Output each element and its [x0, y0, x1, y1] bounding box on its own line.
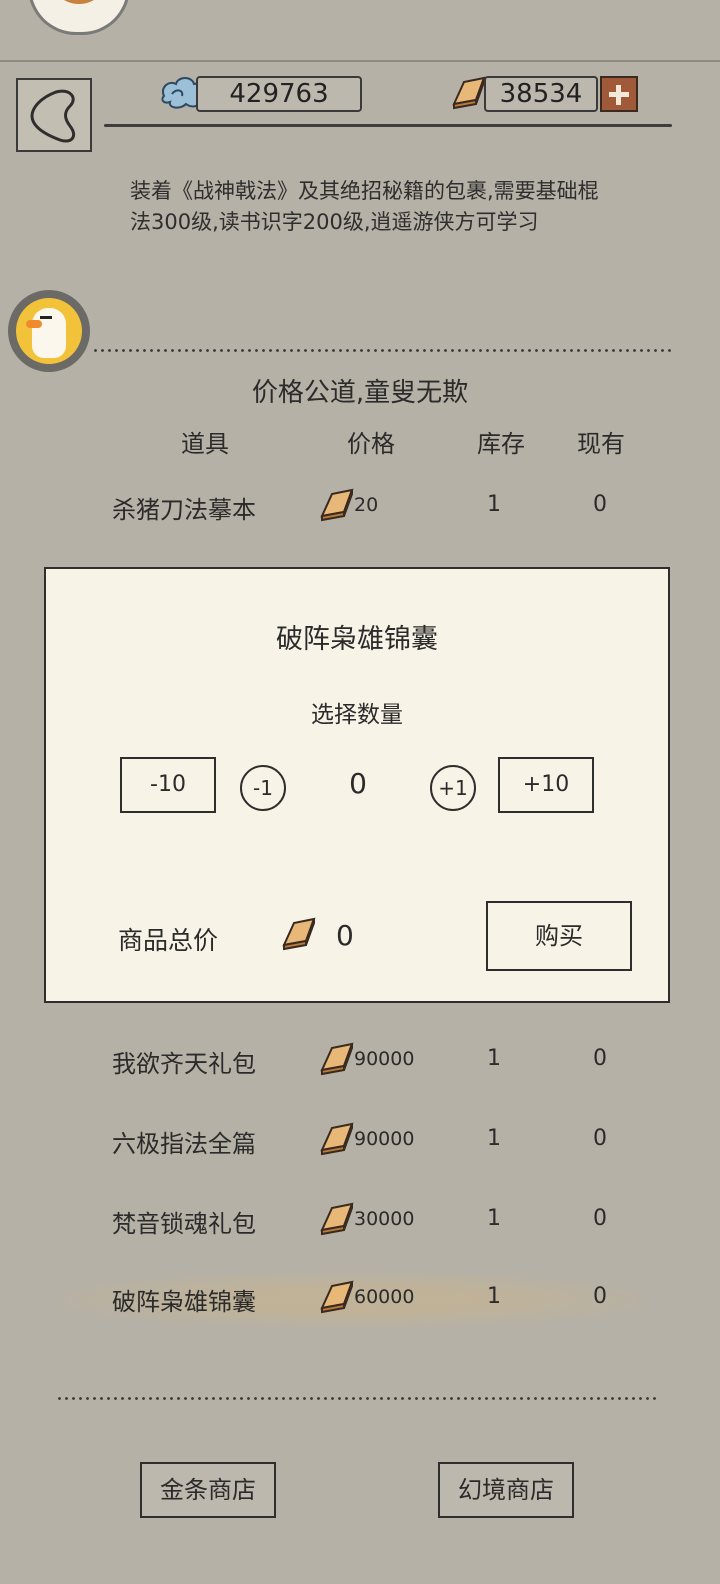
item-price: 90000 [354, 1048, 415, 1070]
gold-bar-icon [321, 1203, 353, 1235]
item-price: 20 [354, 494, 379, 516]
quantity-dialog: 破阵枭雄锦囊 选择数量 -10 -1 0 +1 +10 商品总价 0 购买 [44, 567, 670, 1003]
plus-10-button[interactable]: +10 [498, 757, 594, 813]
item-name: 破阵枭雄锦囊 [112, 1288, 256, 1316]
minus-10-button[interactable]: -10 [120, 757, 216, 813]
quantity-value: 0 [349, 767, 367, 800]
gold-bar-icon [453, 77, 485, 109]
item-name: 我欲齐天礼包 [112, 1050, 256, 1078]
shop-row[interactable]: 梵音锁魂礼包 30000 1 0 [0, 1194, 720, 1250]
header-rule [104, 124, 672, 127]
dialog-subtitle: 选择数量 [311, 702, 403, 728]
dotted-divider [92, 349, 672, 352]
column-owned: 现有 [577, 430, 625, 458]
illusion-shop-button[interactable]: 幻境商店 [438, 1462, 574, 1518]
gold-amount: 38534 [484, 76, 598, 112]
item-price: 90000 [354, 1128, 415, 1150]
item-name: 梵音锁魂礼包 [112, 1210, 256, 1238]
gold-bar-icon [321, 489, 353, 521]
header-divider [0, 60, 720, 62]
item-name: 六极指法全篇 [112, 1130, 256, 1158]
item-owned: 0 [593, 492, 607, 517]
item-stock: 1 [487, 492, 501, 517]
plus-1-button[interactable]: +1 [430, 765, 476, 811]
add-gold-button[interactable] [600, 76, 638, 112]
item-stock: 1 [487, 1126, 501, 1151]
shop-row[interactable]: 杀猪刀法摹本 20 1 0 [0, 480, 720, 536]
minus-1-button[interactable]: -1 [240, 765, 286, 811]
back-icon [30, 89, 76, 143]
item-owned: 0 [593, 1206, 607, 1231]
gold-bar-icon [321, 1123, 353, 1155]
item-stock: 1 [487, 1284, 501, 1309]
item-owned: 0 [593, 1126, 607, 1151]
item-price: 60000 [354, 1286, 415, 1308]
column-item: 道具 [181, 430, 229, 458]
silver-amount: 429763 [196, 76, 362, 112]
gold-bar-icon [283, 918, 315, 950]
gold-bar-icon [321, 1043, 353, 1075]
shop-title: 价格公道,童叟无欺 [251, 378, 469, 408]
total-price-label: 商品总价 [118, 926, 219, 955]
total-price-value: 0 [336, 919, 354, 952]
shop-row-selected[interactable]: 破阵枭雄锦囊 60000 1 0 [0, 1272, 720, 1328]
player-avatar[interactable] [28, 0, 130, 35]
shop-row[interactable]: 六极指法全篇 90000 1 0 [0, 1114, 720, 1170]
item-stock: 1 [487, 1046, 501, 1071]
column-price: 价格 [347, 430, 395, 458]
gold-shop-button[interactable]: 金条商店 [140, 1462, 276, 1518]
item-name: 杀猪刀法摹本 [112, 496, 256, 524]
shop-row[interactable]: 我欲齐天礼包 90000 1 0 [0, 1034, 720, 1090]
item-owned: 0 [593, 1284, 607, 1309]
item-stock: 1 [487, 1206, 501, 1231]
dotted-divider [56, 1397, 660, 1400]
item-price: 30000 [354, 1208, 415, 1230]
dialog-title: 破阵枭雄锦囊 [276, 624, 438, 655]
item-description: 装着《战神戟法》及其绝招秘籍的包裹,需要基础棍法300级,读书识字200级,逍遥… [130, 179, 599, 234]
buy-button[interactable]: 购买 [486, 901, 632, 971]
column-stock: 库存 [477, 430, 525, 458]
gold-bar-icon [321, 1281, 353, 1313]
back-button[interactable] [16, 78, 92, 152]
duck-avatar-icon[interactable] [8, 290, 90, 372]
item-owned: 0 [593, 1046, 607, 1071]
